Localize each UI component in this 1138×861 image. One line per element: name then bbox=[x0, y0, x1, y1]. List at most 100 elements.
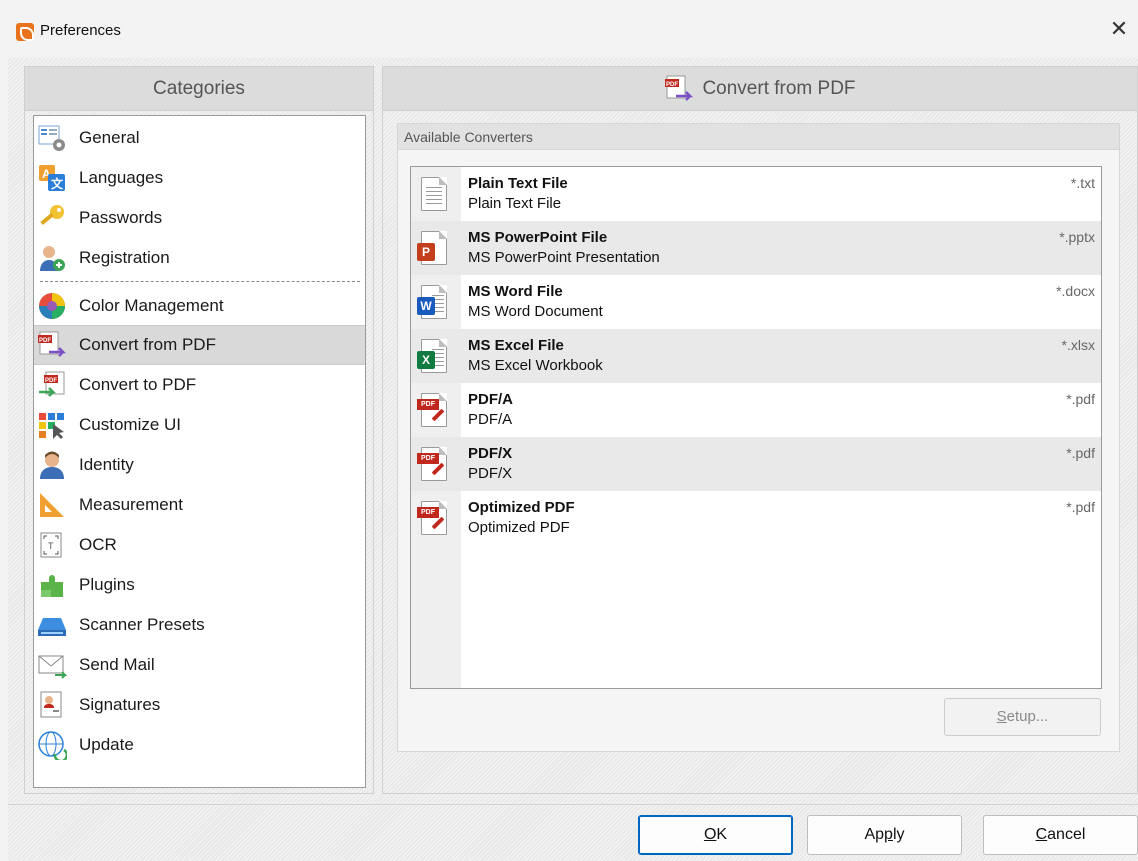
categories-list: General A文 Languages Passwords Registrat… bbox=[33, 115, 366, 788]
group-title: Available Converters bbox=[398, 124, 1119, 150]
pdf-file-icon: PDF bbox=[417, 393, 451, 429]
convert-from-pdf-icon: PDF bbox=[664, 74, 694, 104]
languages-icon: A文 bbox=[37, 163, 67, 193]
converter-subtitle: MS PowerPoint Presentation bbox=[468, 249, 660, 266]
converter-row-txt[interactable]: Plain Text File Plain Text File *.txt bbox=[411, 167, 1101, 221]
settings-title: Convert from PDF bbox=[702, 77, 856, 99]
key-icon bbox=[37, 203, 67, 233]
category-label: Plugins bbox=[79, 575, 135, 594]
color-wheel-icon bbox=[37, 291, 67, 321]
category-label: Measurement bbox=[79, 495, 183, 514]
converter-row-pptx[interactable]: P MS PowerPoint File MS PowerPoint Prese… bbox=[411, 221, 1101, 275]
converter-subtitle: Optimized PDF bbox=[468, 519, 570, 536]
user-add-icon bbox=[37, 243, 67, 273]
mail-icon bbox=[37, 650, 68, 680]
ocr-icon: T bbox=[37, 530, 67, 560]
ruler-triangle-icon bbox=[37, 490, 67, 520]
converter-title: MS Word File bbox=[468, 283, 563, 300]
setup-mnemonic: S bbox=[996, 708, 1007, 725]
category-scanner-presets[interactable]: Scanner Presets bbox=[34, 605, 365, 645]
category-label: OCR bbox=[79, 535, 117, 554]
categories-header: Categories bbox=[25, 67, 373, 111]
category-plugins[interactable]: Plugins bbox=[34, 565, 365, 605]
category-languages[interactable]: A文 Languages bbox=[34, 158, 365, 198]
category-label: Signatures bbox=[79, 695, 161, 714]
categories-panel: Categories General A文 Languages Password… bbox=[24, 66, 374, 794]
certificate-icon bbox=[37, 690, 67, 720]
convert-from-pdf-icon: PDF bbox=[37, 330, 67, 360]
category-label: Registration bbox=[79, 248, 170, 267]
cancel-button[interactable]: Cancel bbox=[983, 815, 1138, 855]
puzzle-icon bbox=[37, 570, 67, 600]
converter-title: MS PowerPoint File bbox=[468, 229, 608, 246]
category-passwords[interactable]: Passwords bbox=[34, 198, 365, 238]
cancel-mnemonic: C bbox=[1035, 826, 1048, 843]
setup-label-rest: etup... bbox=[1006, 708, 1049, 725]
converter-subtitle: PDF/X bbox=[468, 465, 513, 482]
category-label: General bbox=[79, 128, 140, 147]
category-ocr[interactable]: T OCR bbox=[34, 525, 365, 565]
category-color-management[interactable]: Color Management bbox=[34, 286, 365, 326]
category-label: Update bbox=[79, 735, 134, 754]
apply-mnemonic: p bbox=[884, 826, 893, 843]
converter-subtitle: Plain Text File bbox=[468, 195, 562, 212]
available-converters-group: Available Converters Plain Text File Pla… bbox=[397, 123, 1120, 752]
converter-extension: *.pdf bbox=[1066, 445, 1095, 461]
convert-to-pdf-icon: PDF bbox=[37, 370, 67, 400]
category-convert-from-pdf[interactable]: PDF Convert from PDF bbox=[34, 325, 365, 365]
converter-row-optimized-pdf[interactable]: PDF Optimized PDF Optimized PDF *.pdf bbox=[411, 491, 1101, 545]
title-bar: Preferences ✕ bbox=[0, 0, 1138, 58]
converter-subtitle: PDF/A bbox=[468, 411, 513, 428]
svg-text:PDF: PDF bbox=[39, 338, 51, 344]
converter-extension: *.pptx bbox=[1059, 229, 1095, 245]
converter-row-docx[interactable]: W MS Word File MS Word Document *.docx bbox=[411, 275, 1101, 329]
category-convert-to-pdf[interactable]: PDF Convert to PDF bbox=[34, 365, 365, 405]
converter-list[interactable]: Plain Text File Plain Text File *.txt P … bbox=[410, 166, 1102, 689]
converter-extension: *.xlsx bbox=[1061, 337, 1095, 353]
category-registration[interactable]: Registration bbox=[34, 238, 365, 278]
settings-header: PDF Convert from PDF bbox=[383, 67, 1137, 111]
dialog-body: Categories General A文 Languages Password… bbox=[8, 58, 1138, 861]
category-customize-ui[interactable]: Customize UI bbox=[34, 405, 365, 445]
globe-update-icon bbox=[37, 730, 69, 763]
pdf-file-icon: PDF bbox=[417, 447, 451, 483]
category-update[interactable]: Update bbox=[34, 725, 365, 765]
category-signatures[interactable]: Signatures bbox=[34, 685, 365, 725]
category-identity[interactable]: Identity bbox=[34, 445, 365, 485]
excel-icon: X bbox=[417, 339, 451, 375]
category-general[interactable]: General bbox=[34, 118, 365, 158]
converter-title: MS Excel File bbox=[468, 337, 564, 354]
apply-button[interactable]: Apply bbox=[807, 815, 962, 855]
ok-label-rest: K bbox=[716, 826, 728, 843]
category-label: Customize UI bbox=[79, 415, 182, 434]
category-label: Send Mail bbox=[79, 655, 155, 674]
converter-subtitle: MS Word Document bbox=[468, 303, 603, 320]
cancel-label-rest: ancel bbox=[1047, 826, 1086, 843]
svg-text:文: 文 bbox=[51, 176, 64, 191]
svg-text:T: T bbox=[48, 541, 54, 551]
text-file-icon bbox=[417, 177, 451, 213]
svg-text:PDF: PDF bbox=[666, 82, 678, 88]
settings-panel: PDF Convert from PDF Available Converter… bbox=[382, 66, 1138, 794]
category-send-mail[interactable]: Send Mail bbox=[34, 645, 365, 685]
pdf-file-icon: PDF bbox=[417, 501, 451, 537]
converter-row-xlsx[interactable]: X MS Excel File MS Excel Workbook *.xlsx bbox=[411, 329, 1101, 383]
converter-extension: *.pdf bbox=[1066, 499, 1095, 515]
setup-button[interactable]: Setup... bbox=[944, 698, 1101, 736]
close-button[interactable]: ✕ bbox=[1104, 14, 1134, 44]
dialog-button-bar: OK Apply Cancel bbox=[8, 804, 1138, 861]
converter-extension: *.txt bbox=[1070, 175, 1095, 191]
converter-title: PDF/X bbox=[468, 445, 513, 462]
converter-subtitle: MS Excel Workbook bbox=[468, 357, 603, 374]
category-measurement[interactable]: Measurement bbox=[34, 485, 365, 525]
ok-button[interactable]: OK bbox=[638, 815, 793, 855]
converter-row-pdfx[interactable]: PDF PDF/X PDF/X *.pdf bbox=[411, 437, 1101, 491]
scanner-icon bbox=[37, 610, 67, 640]
converter-row-pdfa[interactable]: PDF PDF/A PDF/A *.pdf bbox=[411, 383, 1101, 437]
converter-title: PDF/A bbox=[468, 391, 513, 408]
apply-label-pre: Ap bbox=[864, 826, 885, 843]
general-settings-icon bbox=[37, 123, 67, 153]
category-label: Passwords bbox=[79, 208, 163, 227]
category-label: Convert from PDF bbox=[79, 335, 216, 354]
apply-label-rest: ly bbox=[892, 826, 905, 843]
